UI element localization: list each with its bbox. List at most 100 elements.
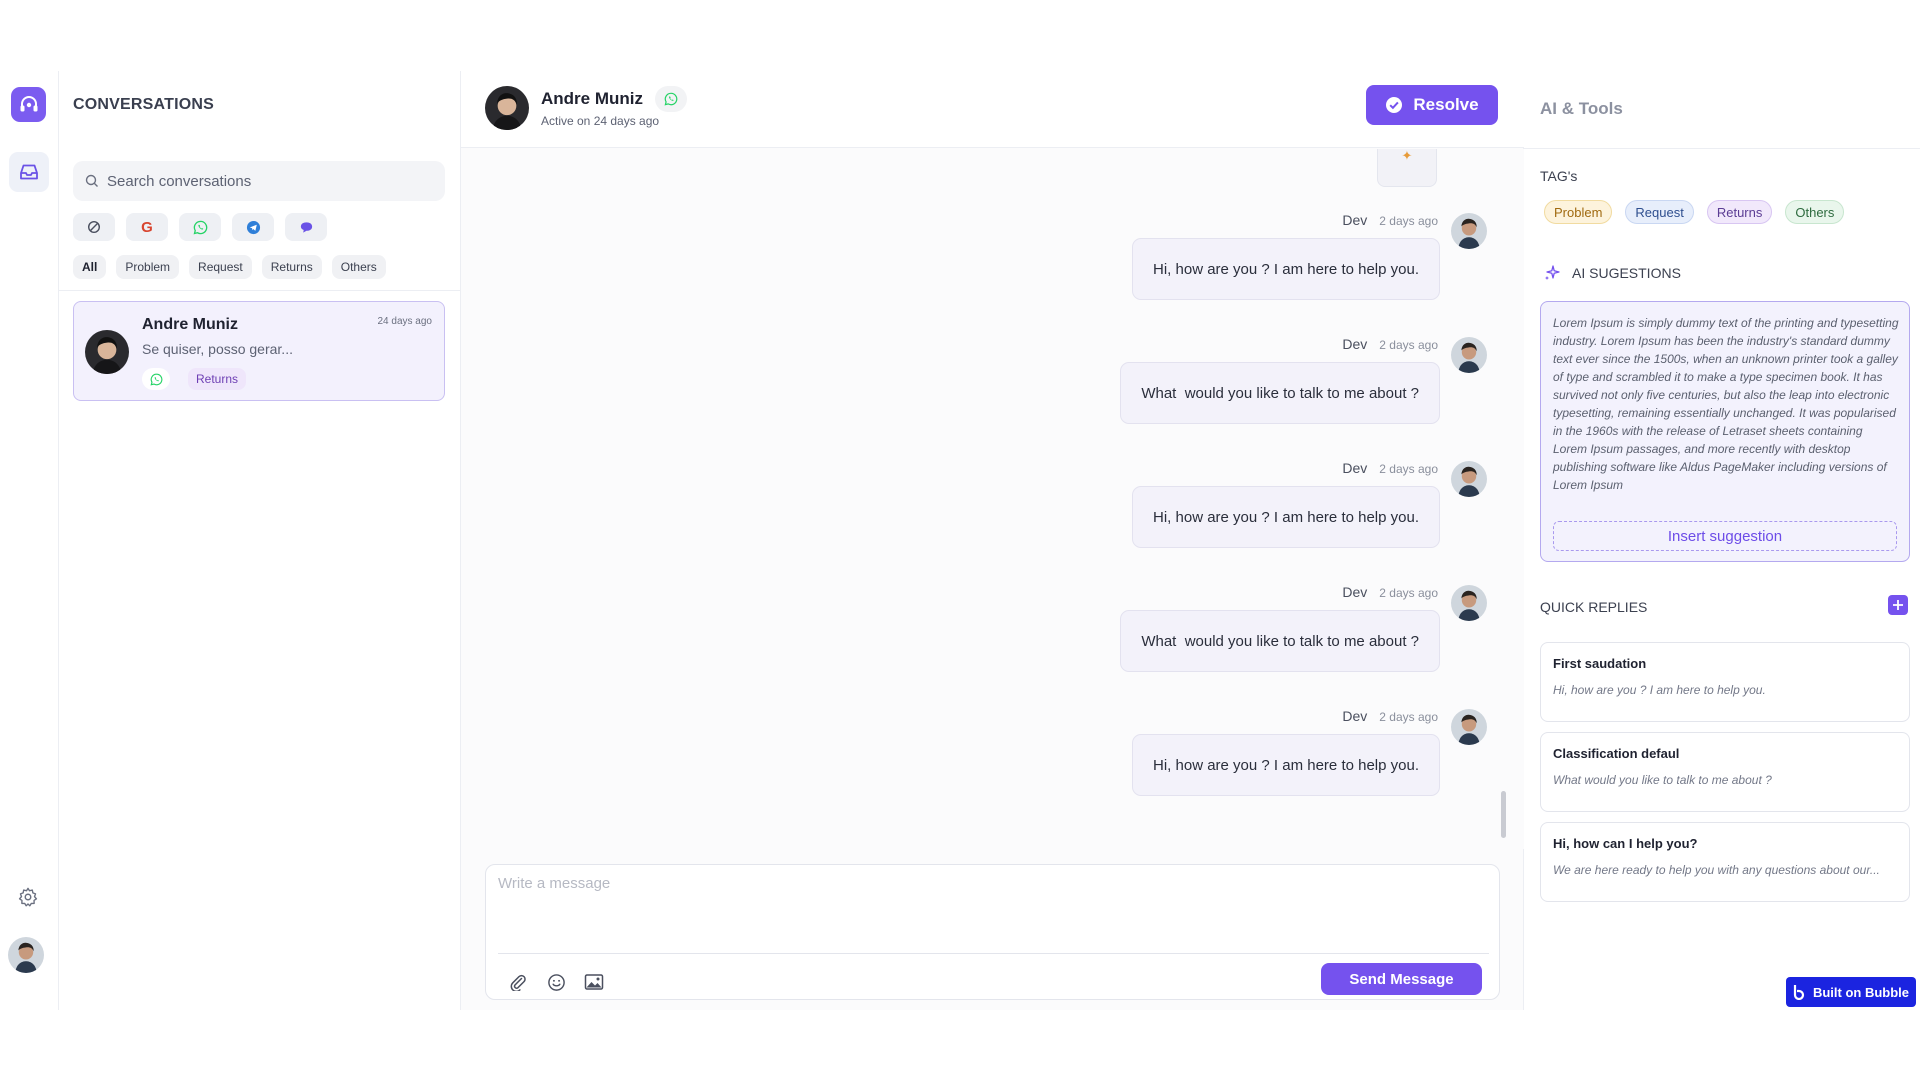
ai-suggestions-header: AI SUGESTIONS [1544,265,1681,281]
message-sender: Dev [1342,336,1368,352]
message-meta: Dev 2 days ago [1342,584,1438,600]
message-bubble: Hi, how are you ? I am here to help you. [1132,734,1440,796]
chat-bubble-icon [300,221,312,233]
tools-title: AI & Tools [1540,99,1623,118]
whatsapp-icon [150,373,163,386]
paperclip-icon [510,974,526,991]
tag-chip[interactable]: Request [1625,200,1694,224]
block-icon [87,220,101,234]
tag-chip[interactable]: Problem [1544,200,1613,224]
whatsapp-icon [193,220,208,235]
filter-request[interactable]: Request [189,255,252,279]
insert-suggestion-button[interactable]: Insert suggestion [1553,521,1897,551]
message-time: 2 days ago [1379,462,1438,476]
search-icon [85,174,98,187]
channel-badge [655,86,687,112]
app-shell: CONVERSATIONS G [0,71,1920,1010]
tag-badge: Returns [188,368,247,390]
resolve-label: Resolve [1413,95,1479,114]
tag-chip[interactable]: Returns [1706,200,1773,224]
plus-icon [1893,600,1903,610]
quick-reply-card[interactable]: Hi, how can I help you? We are here read… [1540,822,1910,902]
message-composer: Send Message [485,864,1500,1000]
sender-avatar [1451,585,1487,621]
contact-avatar [85,330,129,374]
tags-title: TAG's [1540,168,1578,184]
user-avatar[interactable] [8,937,44,973]
divider [498,953,1489,954]
filter-all[interactable]: All [73,255,107,279]
contact-name: Andre Muniz [142,316,238,333]
message-preview: Se quiser, posso gerar... [142,341,293,357]
ai-suggestion-card: Lorem Ipsum is simply dummy text of the … [1540,301,1910,562]
message-sender: Dev [1342,708,1368,724]
filter-returns[interactable]: Returns [261,255,322,279]
message-bubble: What would you like to talk to me about … [1120,610,1440,672]
channel-filter-google[interactable]: G [126,213,168,241]
message-bubble-partial: ✦ [1377,149,1437,187]
contact-avatar[interactable] [485,86,529,130]
channel-filter-none[interactable] [73,213,115,241]
quick-reply-body: Hi, how are you ? I am here to help you. [1553,683,1766,697]
settings-button[interactable] [15,884,41,910]
headset-icon [20,95,37,111]
message-bubble: Hi, how are you ? I am here to help you. [1132,486,1440,548]
conversation-item[interactable]: Andre Muniz 24 days ago Se quiser, posso… [73,301,445,401]
message-sender: Dev [1342,212,1368,228]
bubble-logo-icon [1793,985,1805,1000]
channel-filter-whatsapp[interactable] [179,213,221,241]
google-icon: G [141,218,153,236]
message-time: 2 days ago [1379,586,1438,600]
message-time: 2 days ago [1379,214,1438,228]
channel-filter-bar: G [73,213,327,241]
gear-icon [18,887,38,907]
telegram-icon [246,220,260,234]
image-icon [584,974,604,990]
scrollbar-thumb[interactable] [1501,791,1506,838]
message-input[interactable] [498,875,1488,945]
quick-reply-title: First saudation [1553,656,1647,671]
tag-chip[interactable]: Others [1785,200,1845,224]
quick-reply-card[interactable]: Classification defaul What would you lik… [1540,732,1910,812]
sparkle-icon: ✦ [1401,149,1413,163]
ai-suggestion-text: Lorem Ipsum is simply dummy text of the … [1553,316,1899,492]
conversations-title: CONVERSATIONS [73,96,214,113]
resolve-button[interactable]: Resolve [1366,85,1498,125]
quick-reply-body: What would you like to talk to me about … [1553,773,1772,787]
search-bar[interactable] [73,161,445,201]
message-time: 2 days ago [1379,338,1438,352]
quick-reply-card[interactable]: First saudation Hi, how are you ? I am h… [1540,642,1910,722]
check-circle-icon [1386,97,1403,113]
add-quick-reply-button[interactable] [1888,595,1908,615]
search-input[interactable] [107,172,427,190]
message-meta: Dev 2 days ago [1342,336,1438,352]
filter-problem[interactable]: Problem [116,255,180,279]
message-list[interactable]: ✦ Dev 2 days ago Hi, how are you ? I am … [461,149,1524,849]
app-logo[interactable] [11,87,46,122]
sender-avatar [1451,213,1487,249]
whatsapp-icon [664,92,678,106]
message-time: 2 days ago [1379,710,1438,724]
chat-panel: Andre Muniz Active on 24 days ago Resolv… [461,71,1524,1010]
built-on-bubble-badge[interactable]: Built on Bubble [1786,977,1916,1007]
message-sender: Dev [1342,584,1368,600]
quick-replies-title: QUICK REPLIES [1540,599,1648,615]
attach-button[interactable] [506,970,530,994]
inbox-nav-button[interactable] [9,152,49,192]
filter-others[interactable]: Others [331,255,386,279]
channel-filter-chat[interactable] [285,213,327,241]
emoji-button[interactable] [544,970,568,994]
message-meta: Dev 2 days ago [1342,708,1438,724]
inbox-icon [20,164,38,180]
image-button[interactable] [582,970,606,994]
emoji-icon [547,973,565,991]
contact-status: Active on 24 days ago [541,114,660,128]
chat-header: Andre Muniz Active on 24 days ago Resolv… [461,71,1524,148]
send-message-button[interactable]: Send Message [1321,963,1482,995]
left-rail [0,71,59,1010]
sparkle-icon [1545,265,1560,280]
tag-list: Problem Request Returns Others [1544,200,1845,224]
quick-reply-title: Classification defaul [1553,746,1680,761]
sender-avatar [1451,337,1487,373]
channel-filter-telegram[interactable] [232,213,274,241]
